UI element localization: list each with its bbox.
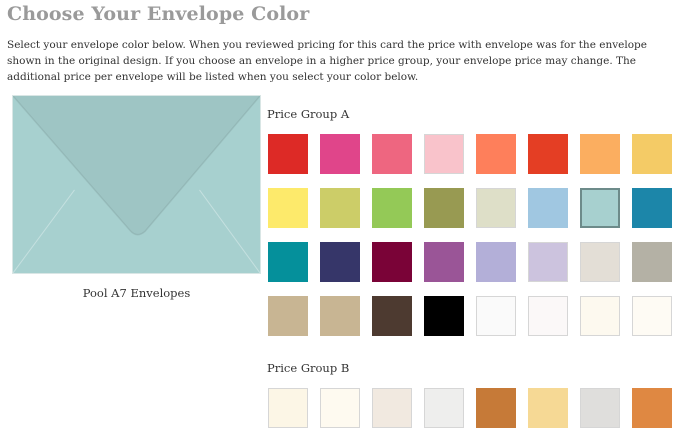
color-swatch[interactable] [372, 134, 412, 174]
envelope-preview [12, 95, 261, 274]
intro-text: Select your envelope color below. When y… [7, 39, 647, 83]
color-swatch[interactable] [528, 296, 568, 336]
color-swatch[interactable] [528, 388, 568, 428]
color-swatch[interactable] [424, 388, 464, 428]
color-swatch[interactable] [632, 188, 672, 228]
color-swatch[interactable] [268, 134, 308, 174]
color-swatch[interactable] [632, 134, 672, 174]
color-swatch[interactable] [580, 134, 620, 174]
envelope-caption: Pool A7 Envelopes [82, 286, 191, 300]
color-swatch[interactable] [580, 388, 620, 428]
color-swatch[interactable] [424, 134, 464, 174]
color-swatch[interactable] [476, 388, 516, 428]
page-title: Choose Your Envelope Color [7, 3, 310, 25]
color-swatch[interactable] [528, 188, 568, 228]
color-swatch[interactable] [580, 296, 620, 336]
price-group-b-label: Price Group B [267, 361, 350, 375]
price-group-a-label: Price Group A [267, 107, 350, 121]
color-swatch[interactable] [632, 296, 672, 336]
color-swatch[interactable] [268, 242, 308, 282]
color-swatch-selected[interactable] [580, 188, 620, 228]
color-swatch[interactable] [320, 188, 360, 228]
color-swatch[interactable] [424, 188, 464, 228]
color-swatch[interactable] [320, 296, 360, 336]
color-swatch[interactable] [320, 388, 360, 428]
color-swatch[interactable] [424, 296, 464, 336]
color-swatch[interactable] [372, 188, 412, 228]
color-swatch[interactable] [476, 296, 516, 336]
color-swatch[interactable] [528, 242, 568, 282]
color-swatch[interactable] [580, 242, 620, 282]
color-swatch[interactable] [372, 242, 412, 282]
color-swatch[interactable] [476, 242, 516, 282]
color-swatch[interactable] [268, 388, 308, 428]
color-swatch[interactable] [320, 242, 360, 282]
color-swatch[interactable] [320, 134, 360, 174]
color-swatch[interactable] [528, 134, 568, 174]
color-swatch[interactable] [632, 242, 672, 282]
color-swatch[interactable] [476, 134, 516, 174]
color-swatch[interactable] [632, 388, 672, 428]
color-swatch[interactable] [372, 296, 412, 336]
color-swatch[interactable] [268, 188, 308, 228]
color-swatch[interactable] [476, 188, 516, 228]
color-swatch[interactable] [424, 242, 464, 282]
color-swatch[interactable] [372, 388, 412, 428]
envelope-preview-image [13, 96, 260, 273]
color-swatch[interactable] [268, 296, 308, 336]
